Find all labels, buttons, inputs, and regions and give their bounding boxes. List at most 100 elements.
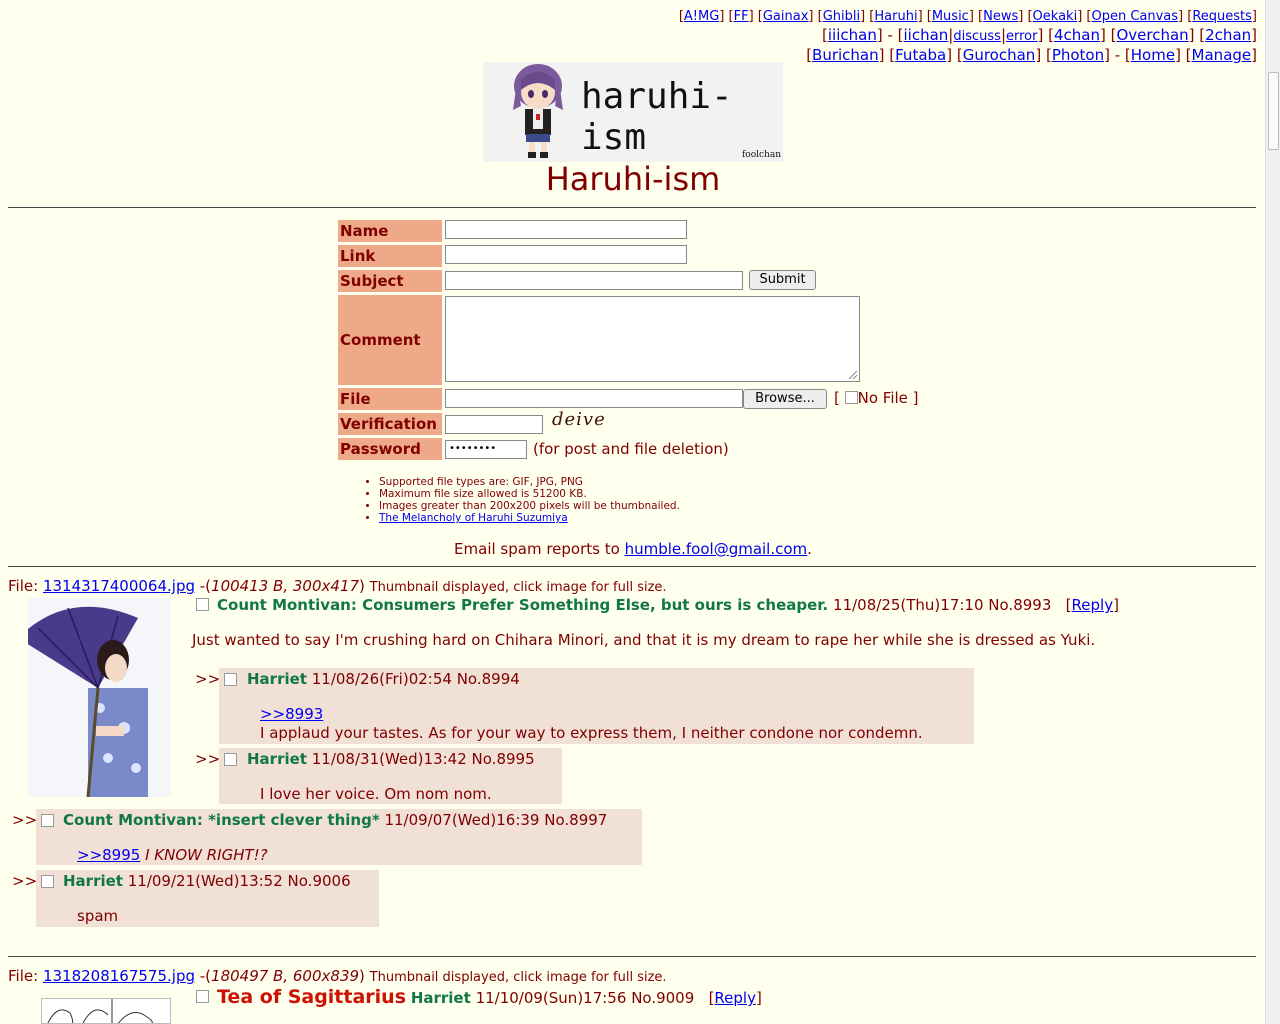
nav-link-oekaki[interactable]: Oekaki [1033, 9, 1078, 24]
reply-8994-header: Harriet 11/08/26(Fri)02:54 No.8994 [247, 670, 520, 688]
logo-text: haruhi-ism [581, 76, 733, 158]
rule-file-types: Supported file types are: GIF, JPG, PNG [379, 476, 680, 488]
reply-8997-quote-link[interactable]: >>8995 [77, 846, 140, 864]
thread-1-op-date: 11/08/25(Thu)17:10 [833, 596, 984, 614]
nav-link-4chan[interactable]: 4chan [1054, 26, 1100, 44]
nav-link-ff[interactable]: FF [734, 9, 749, 24]
comment-textarea[interactable] [445, 296, 860, 382]
reply-arrow: >> [195, 750, 221, 768]
nav-link-iichan[interactable]: iichan [904, 26, 949, 44]
thread-2-reply-link[interactable]: Reply [714, 989, 756, 1007]
board-nav-row-2: [iiichan] - [iichan|discuss|error] [4cha… [822, 26, 1257, 44]
reply-9006-header: Harriet 11/09/21(Wed)13:52 No.9006 [63, 872, 351, 890]
submit-button[interactable]: Submit [749, 270, 816, 290]
thread-2-op-header: Tea of Sagittarius Harriet 11/10/09(Sun)… [217, 986, 762, 1008]
thread-1-op-checkbox[interactable] [196, 598, 209, 611]
name-field[interactable] [445, 220, 687, 239]
thread-2-file-link[interactable]: 1318208167575.jpg [43, 967, 195, 985]
spam-email-link[interactable]: humble.fool@gmail.com [625, 540, 808, 558]
comment-label: Comment [338, 295, 442, 385]
thread-divider [8, 956, 1256, 957]
password-field[interactable]: •••••••• [445, 440, 527, 459]
melancholy-link[interactable]: The Melancholy of Haruhi Suzumiya [379, 512, 568, 524]
browse-button[interactable]: Browse... [743, 389, 827, 409]
thread-1-thumbnail-image [28, 598, 171, 797]
link-field[interactable] [445, 245, 687, 264]
reply-9006-number[interactable]: No.9006 [288, 872, 351, 890]
nav-link-iiichan[interactable]: iiichan [828, 26, 877, 44]
nav-link-discuss[interactable]: discuss [953, 29, 1001, 44]
reply-8994-quote-link[interactable]: >>8993 [260, 705, 323, 723]
nav-link-open-canvas[interactable]: Open Canvas [1091, 9, 1178, 24]
reply-8994-quote: >>8993 [260, 705, 323, 723]
reply-8997-number[interactable]: No.8997 [544, 811, 607, 829]
reply-8994-name: Harriet [247, 670, 307, 688]
thread-2-op-checkbox[interactable] [196, 990, 209, 1003]
nav-link-home[interactable]: Home [1131, 46, 1175, 64]
captcha-image: deive [552, 409, 606, 430]
nav-link-error[interactable]: error [1006, 29, 1037, 44]
thread-2-op-number[interactable]: No.9009 [631, 989, 694, 1007]
file-label: File [338, 388, 442, 410]
board-navigation: [A!MG] [FF] [Gainax] [Ghibli] [Haruhi] [… [679, 8, 1257, 64]
nav-link-futaba[interactable]: Futaba [895, 46, 946, 64]
thread-2-op-name: Harriet [410, 989, 471, 1007]
nav-link-2chan[interactable]: 2chan [1205, 26, 1251, 44]
nav-link-gainax[interactable]: Gainax [763, 9, 809, 24]
reply-8994: Harriet 11/08/26(Fri)02:54 No.8994 >>899… [219, 668, 974, 744]
reply-8995-text: I love her voice. Om nom nom. [260, 785, 492, 803]
thread-1-op-name: Count Montivan: Consumers Prefer Somethi… [217, 596, 829, 614]
reply-9006-checkbox[interactable] [41, 875, 54, 888]
nav-link-haruhi[interactable]: Haruhi [874, 9, 917, 24]
reply-8997-header: Count Montivan: *insert clever thing* 11… [63, 811, 607, 829]
reply-8997-text-row: >>8995 I KNOW RIGHT!? [77, 846, 268, 864]
nav-link-ghibli[interactable]: Ghibli [823, 9, 860, 24]
scrollbar-thumb[interactable] [1268, 72, 1279, 150]
no-file-option: [ No File ] [834, 389, 919, 407]
reply-8997-checkbox[interactable] [41, 814, 54, 827]
vertical-scrollbar[interactable] [1265, 0, 1280, 1024]
posting-rules: Supported file types are: GIF, JPG, PNG … [365, 476, 680, 524]
spam-report-notice: Email spam reports to humble.fool@gmail.… [454, 540, 812, 558]
reply-8994-checkbox[interactable] [224, 673, 237, 686]
file-prefix: File: [8, 967, 39, 985]
thread-1-thumbnail[interactable] [28, 598, 171, 797]
nav-link-overchan[interactable]: Overchan [1116, 26, 1188, 44]
name-label: Name [338, 220, 442, 242]
thread-1-op-header: Count Montivan: Consumers Prefer Somethi… [217, 596, 1119, 614]
nav-link-requests[interactable]: Requests [1192, 9, 1252, 24]
thread-1-file-link[interactable]: 1314317400064.jpg [43, 577, 195, 595]
file-field[interactable] [445, 389, 743, 408]
reply-8995-header: Harriet 11/08/31(Wed)13:42 No.8995 [247, 750, 535, 768]
nav-link-amg[interactable]: A!MG [684, 9, 719, 24]
thread-1-file-info: File: 1314317400064.jpg -(100413 B, 300x… [8, 577, 667, 595]
nav-link-news[interactable]: News [983, 9, 1018, 24]
reply-8997-date: 11/09/07(Wed)16:39 [384, 811, 540, 829]
thread-2-thumbnail-image [42, 999, 170, 1023]
reply-8994-number[interactable]: No.8994 [457, 670, 520, 688]
reply-8995-number[interactable]: No.8995 [472, 750, 535, 768]
thread-2-file-info: File: 1318208167575.jpg -(180497 B, 600x… [8, 967, 667, 985]
reply-8995-checkbox[interactable] [224, 753, 237, 766]
verification-field[interactable] [445, 415, 543, 434]
reply-8995: Harriet 11/08/31(Wed)13:42 No.8995 I lov… [219, 748, 562, 804]
nav-link-photon[interactable]: Photon [1052, 46, 1104, 64]
nav-link-manage[interactable]: Manage [1192, 46, 1252, 64]
resize-grip-icon[interactable] [848, 370, 858, 380]
logo-caption: foolchan [741, 150, 781, 160]
reply-arrow: >> [12, 872, 38, 890]
verification-label: Verification [338, 413, 442, 435]
nav-link-gurochan[interactable]: Gurochan [963, 46, 1036, 64]
thread-2-op-subject: Tea of Sagittarius [217, 986, 407, 1008]
thread-1-op-number[interactable]: No.8993 [988, 596, 1051, 614]
reply-arrow: >> [195, 670, 221, 688]
thread-2-thumbnail[interactable] [41, 998, 171, 1024]
no-file-checkbox[interactable] [844, 391, 858, 404]
nav-link-burichan[interactable]: Burichan [812, 46, 879, 64]
nav-link-music[interactable]: Music [932, 9, 969, 24]
thread-2-thumb-note: Thumbnail displayed, click image for ful… [369, 970, 667, 985]
thread-1-reply-link[interactable]: Reply [1072, 596, 1114, 614]
reply-9006-text: spam [77, 907, 119, 925]
board-logo: haruhi-ism foolchan [483, 62, 783, 162]
subject-field[interactable] [445, 271, 743, 290]
